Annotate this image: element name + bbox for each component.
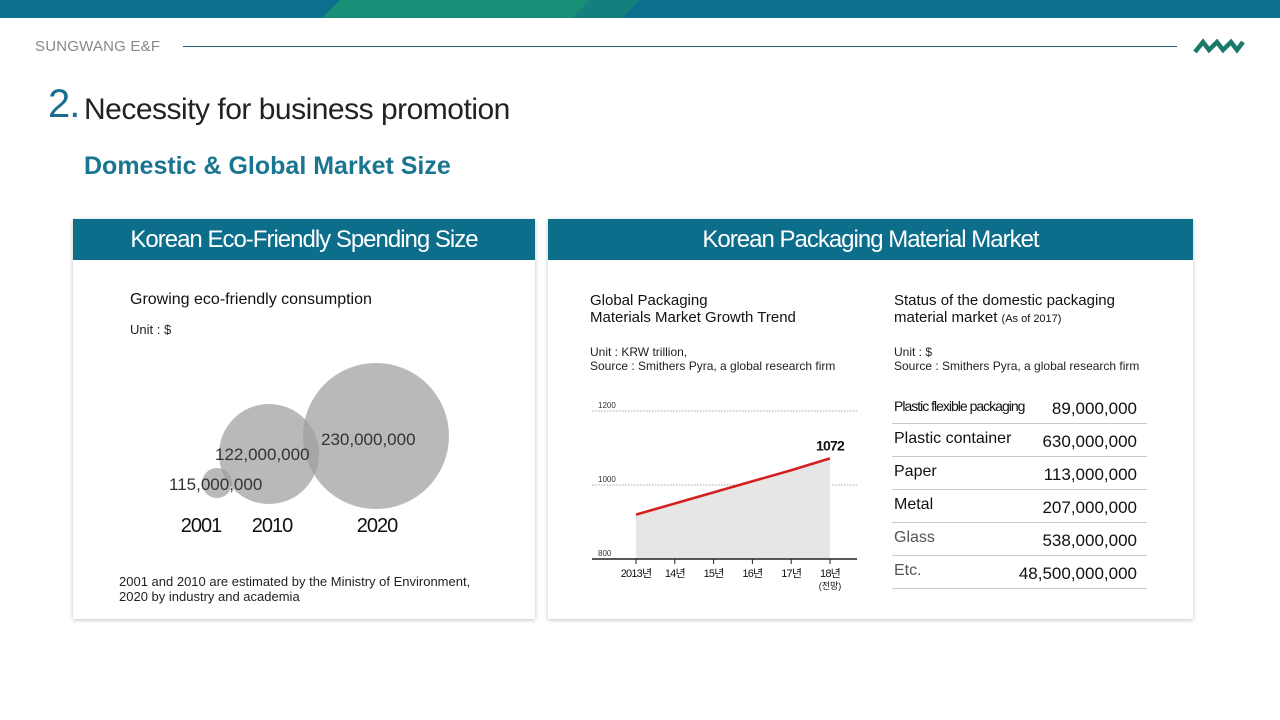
eco-note-line-2: 2020 by industry and academia xyxy=(119,589,300,604)
table-row-label: Plastic flexible packaging xyxy=(894,398,1025,414)
eco-bubble-chart: 115,000,000 122,000,000 230,000,000 2001 201… xyxy=(169,363,449,537)
table-row: Plastic flexible packaging 89,000,000 xyxy=(892,391,1147,424)
growth-trend-line-chart: 1200 1000 800 2013년 14년 15년 16년 17년 18년(전망) 1072 xyxy=(592,401,857,591)
y-tick-label-800: 800 xyxy=(598,549,612,558)
brand-name: SUNGWANG E&F xyxy=(35,38,161,55)
packaging-status-table: Plastic flexible packaging 89,000,000 Plas… xyxy=(892,391,1147,589)
eco-chart-note: 2001 and 2010 are estimated by the Minis… xyxy=(119,574,470,604)
trend-area xyxy=(636,458,830,559)
table-row-label: Paper xyxy=(894,463,937,480)
trend-source: Source : Smithers Pyra, a global researc… xyxy=(590,359,836,373)
packaging-market-heading: Korean Packaging Material Market xyxy=(548,219,1193,260)
status-title-line-2-text: material market xyxy=(894,309,998,326)
table-row-label: Etc. xyxy=(894,562,922,579)
table-row-value: 48,500,000,000 xyxy=(1018,564,1137,583)
x-category-label-1: 14년 xyxy=(665,567,685,580)
status-asof: (As of 2017) xyxy=(1001,313,1062,325)
x-category-label-4: 17년 xyxy=(781,567,801,580)
status-title-line-1: Status of the domestic packaging xyxy=(894,292,1115,309)
packaging-market-panel: Korean Packaging Material Market Global … xyxy=(548,219,1193,619)
table-row: Metal 207,000,000 xyxy=(892,490,1147,523)
status-title: Status of the domestic packaging materia… xyxy=(894,292,1115,328)
x-category-label-5: 18년 xyxy=(820,567,840,580)
y-tick-label-1000: 1000 xyxy=(598,475,616,484)
page-subtitle: Domestic & Global Market Size xyxy=(84,152,451,180)
table-row-label: Glass xyxy=(894,529,935,546)
table-row: Paper 113,000,000 xyxy=(892,457,1147,490)
bubble-value-label-2010: 122,000,000 xyxy=(215,445,310,464)
header-divider xyxy=(183,46,1177,47)
table-row-label: Plastic container xyxy=(894,430,1012,447)
page-title: Necessity for business promotion xyxy=(84,93,510,126)
x-category-label-0: 2013년 xyxy=(621,567,652,580)
table-row-value: 113,000,000 xyxy=(1043,465,1137,484)
table-row-label: Metal xyxy=(894,496,934,513)
table-row-value: 207,000,000 xyxy=(1042,498,1137,517)
status-source: Source : Smithers Pyra, a global researc… xyxy=(894,359,1140,373)
bubble-value-label-2020: 230,000,000 xyxy=(321,430,416,449)
x-category-sublabel-5: (전망) xyxy=(819,581,842,591)
trend-title: Global Packaging Materials Market Growth… xyxy=(590,292,796,326)
company-logo-icon xyxy=(1193,38,1245,54)
table-row-value: 538,000,000 xyxy=(1042,531,1137,550)
trend-title-line-2: Materials Market Growth Trend xyxy=(590,309,796,326)
status-meta: Unit : $ Source : Smithers Pyra, a globa… xyxy=(894,345,1139,373)
table-row: Etc. 48,500,000,000 xyxy=(892,556,1147,589)
eco-note-line-1: 2001 and 2010 are estimated by the Minis… xyxy=(119,574,471,589)
trend-end-value-label: 1072 xyxy=(816,437,845,453)
status-unit: Unit : $ xyxy=(894,345,933,359)
table-row: Plastic container 630,000,000 xyxy=(892,424,1147,457)
top-banner xyxy=(0,0,1280,18)
x-category-label-2: 15년 xyxy=(704,567,724,580)
table-row: Glass 538,000,000 xyxy=(892,523,1147,556)
bubble-year-label-2010: 2010 xyxy=(252,515,293,537)
bubble-year-label-2020: 2020 xyxy=(357,515,398,537)
bubble-value-label-2001: 115,000,000 xyxy=(169,475,262,494)
bubble-year-label-2001: 2001 xyxy=(181,515,222,537)
x-category-label-3: 16년 xyxy=(742,567,762,580)
trend-meta: Unit : KRW trillion, Source : Smithers P… xyxy=(590,345,835,373)
trend-unit: Unit : KRW trillion, xyxy=(590,345,688,359)
status-title-line-2: material market (As of 2017) xyxy=(894,309,1115,328)
table-row-value: 630,000,000 xyxy=(1042,432,1137,451)
table-row-value: 89,000,000 xyxy=(1051,399,1137,418)
eco-spending-panel: Korean Eco-Friendly Spending Size Growin… xyxy=(73,219,535,619)
trend-title-line-1: Global Packaging xyxy=(590,292,708,309)
section-number: 2. xyxy=(48,82,80,126)
y-tick-label-1200: 1200 xyxy=(598,401,616,410)
